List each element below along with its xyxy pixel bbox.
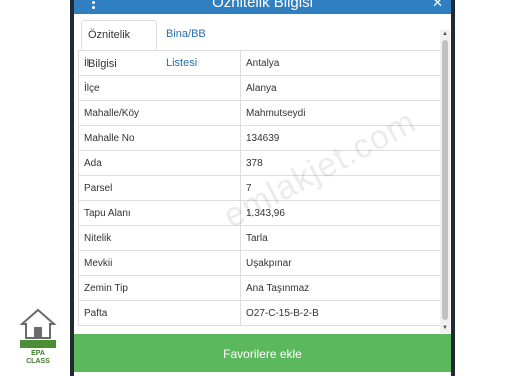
logo-subtext: CLASS [26, 358, 50, 365]
row-value: O27-C-15-B-2-B [240, 300, 441, 326]
logo-text: EPA [31, 350, 45, 357]
scroll-down-arrow-icon[interactable]: ▼ [440, 324, 450, 333]
row-key: Parsel [78, 175, 241, 201]
row-key: İlçe [78, 75, 241, 101]
row-value: 7 [240, 175, 441, 201]
row-value: 378 [240, 150, 441, 176]
house-logo-icon [19, 308, 57, 348]
row-value: Uşakpınar [240, 250, 441, 276]
row-value: Alanya [240, 75, 441, 101]
row-value: Antalya [240, 50, 441, 76]
tab-building-list[interactable]: Bina/BB Listesi [160, 20, 240, 69]
table-row: İlçe Alanya [78, 75, 441, 101]
row-key: Mevkii [78, 250, 241, 276]
row-key: Mahalle/Köy [78, 100, 241, 126]
attribute-info-modal: Öznitelik Bilgisi ✕ Öznitelik Bilgisi Bi… [74, 0, 451, 376]
row-value: 1.343,96 [240, 200, 441, 226]
row-key: Pafta [78, 300, 241, 326]
row-value: 134639 [240, 125, 441, 151]
table-row: Parsel 7 [78, 175, 441, 201]
table-row: Zemin Tip Ana Taşınmaz [78, 275, 441, 301]
row-key: Ada [78, 150, 241, 176]
row-value: Tarla [240, 225, 441, 251]
modal-title: Öznitelik Bilgisi [212, 0, 313, 11]
scrollbar-thumb[interactable] [442, 40, 448, 320]
row-key: Nitelik [78, 225, 241, 251]
add-to-favorites-button[interactable]: Favorilere ekle [74, 334, 451, 372]
row-key: Zemin Tip [78, 275, 241, 301]
row-value: Ana Taşınmaz [240, 275, 441, 301]
table-row: Nitelik Tarla [78, 225, 441, 251]
page-background-right [455, 0, 528, 376]
attribute-table: İl Antalya İlçe Alanya Mahalle/Köy Mahmu… [78, 50, 441, 334]
close-icon[interactable]: ✕ [432, 0, 443, 11]
table-row: Pafta O27-C-15-B-2-B [78, 300, 441, 326]
table-row: İl Antalya [78, 50, 441, 76]
row-key: Mahalle No [78, 125, 241, 151]
scroll-up-arrow-icon[interactable]: ▲ [440, 30, 450, 39]
modal-border-right [451, 0, 455, 376]
modal-header: Öznitelik Bilgisi ✕ [74, 0, 451, 14]
scrollbar[interactable]: ▲ ▼ [440, 30, 450, 333]
table-row: Mahalle No 134639 [78, 125, 441, 151]
table-row: Mevkii Uşakpınar [78, 250, 441, 276]
table-row: Mahalle/Köy Mahmutseydi [78, 100, 441, 126]
row-value: Mahmutseydi [240, 100, 441, 126]
table-row: Ada 378 [78, 150, 441, 176]
row-key: Tapu Alanı [78, 200, 241, 226]
company-logo: EPA CLASS [16, 308, 60, 370]
row-key: İl [78, 50, 241, 76]
table-row: Tapu Alanı 1.343,96 [78, 200, 441, 226]
tab-attribute-info[interactable]: Öznitelik Bilgisi [81, 20, 157, 70]
tab-bar: Öznitelik Bilgisi Bina/BB Listesi [78, 20, 442, 70]
